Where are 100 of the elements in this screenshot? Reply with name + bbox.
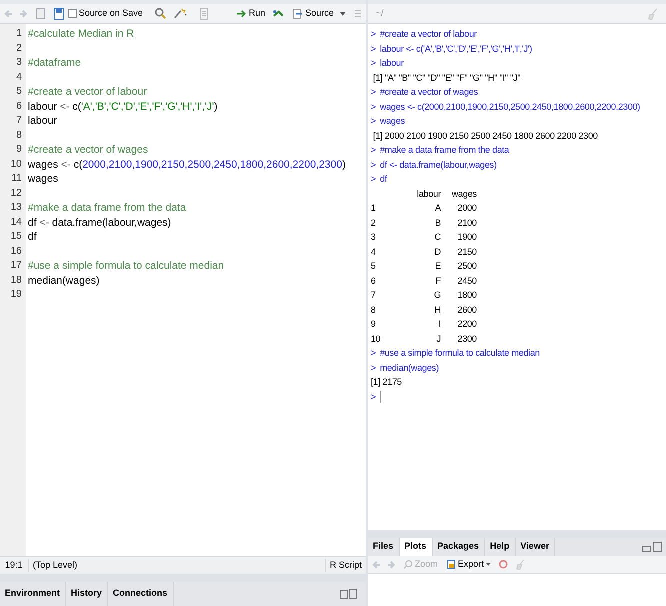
table-cell: wages xyxy=(452,188,477,198)
code-line: median(wages) xyxy=(28,274,100,286)
console-prompt: > xyxy=(371,362,376,374)
line-number: 7 xyxy=(15,114,23,128)
text-cursor xyxy=(380,390,382,403)
remove-icon[interactable] xyxy=(499,560,508,569)
table-cell: 2500 xyxy=(458,261,477,271)
console-command: df <- data.frame(labour,wages) xyxy=(380,158,497,172)
code-comment: #use a simple formula to calculate median xyxy=(28,260,224,272)
table-cell: 1900 xyxy=(458,232,477,242)
caret-icon xyxy=(486,563,492,566)
console-prompt: > xyxy=(371,390,376,404)
line-number: 1 xyxy=(15,27,23,41)
row-index: 4 xyxy=(371,246,376,256)
code-line: wages xyxy=(28,173,58,185)
outline-icon[interactable] xyxy=(354,8,362,18)
back-arrow-icon[interactable] xyxy=(4,8,14,18)
table-cell: A xyxy=(435,203,441,213)
window-layout-icon[interactable] xyxy=(642,542,662,552)
console-command: #create a vector of wages xyxy=(380,86,478,99)
code-line: df <- data.frame(labour,wages) xyxy=(28,216,172,228)
source-button[interactable]: Source xyxy=(289,6,350,20)
table-cell: 2450 xyxy=(458,276,477,286)
magic-wand-icon[interactable] xyxy=(174,8,188,19)
table-cell: 1800 xyxy=(458,290,477,300)
lines-icon[interactable] xyxy=(200,8,208,20)
console-prompt: > xyxy=(371,28,376,41)
console-command: #make a data frame from the data xyxy=(380,144,510,157)
console-prompt: > xyxy=(371,347,376,360)
code-comment: #calculate Median in R xyxy=(28,28,134,40)
forward-arrow-icon[interactable] xyxy=(386,560,396,570)
table-cell: J xyxy=(436,334,441,344)
console-output: [1] "A" "B" "C" "D" "E" "F" "G" "H" "I" "J" xyxy=(372,72,521,85)
line-number: 17 xyxy=(10,259,23,273)
row-index: 8 xyxy=(371,304,376,314)
code-editor[interactable] xyxy=(0,24,366,556)
line-number: 9 xyxy=(15,143,23,157)
console-prompt: > xyxy=(371,100,376,114)
table-cell: F xyxy=(436,276,441,286)
console-command: wages xyxy=(380,115,406,128)
magnifier-icon xyxy=(404,560,413,569)
export-button[interactable]: Export xyxy=(446,558,492,572)
row-index: 1 xyxy=(371,203,376,213)
broom-icon[interactable] xyxy=(516,559,526,570)
console-command: #create a vector of labour xyxy=(380,28,477,41)
code-comment: #make a data frame from the data xyxy=(28,202,186,214)
console-command: median(wages) xyxy=(380,362,439,375)
line-number: 2 xyxy=(15,42,23,56)
back-arrow-icon[interactable] xyxy=(372,560,382,570)
console-prompt: > xyxy=(371,173,376,186)
console-command: labour <- c('A','B','C','D','E','F','G','H','I','J') xyxy=(380,42,532,56)
cursor-position: 19:1 xyxy=(4,558,24,572)
code-comment: #create a vector of labour xyxy=(28,86,148,98)
line-number: 3 xyxy=(15,56,23,70)
forward-arrow-icon[interactable] xyxy=(18,8,28,18)
save-icon[interactable] xyxy=(54,8,64,20)
row-index: 3 xyxy=(371,232,376,242)
line-number: 4 xyxy=(15,70,23,84)
broom-icon[interactable] xyxy=(648,8,658,20)
pane-tab[interactable]: Plots xyxy=(400,538,433,556)
code-comment: #dataframe xyxy=(28,57,82,69)
line-number: 12 xyxy=(10,186,23,200)
console-prompt: > xyxy=(371,115,376,128)
console-prompt: > xyxy=(371,42,376,56)
line-number: 11 xyxy=(10,172,23,186)
row-index: 9 xyxy=(371,319,376,329)
console-prompt: > xyxy=(371,57,376,70)
table-cell: 2000 xyxy=(458,203,477,213)
line-number: 14 xyxy=(10,216,23,230)
line-number: 16 xyxy=(10,244,23,258)
table-cell: H xyxy=(434,304,441,314)
scope-selector[interactable]: (Top Level) xyxy=(28,558,325,572)
table-cell: 2300 xyxy=(458,334,477,344)
run-button[interactable]: Run xyxy=(232,6,270,20)
console-prompt: > xyxy=(371,144,376,157)
console-output: [1] 2000 2100 1900 2150 2500 2450 1800 2600 2200 2300 xyxy=(372,130,598,143)
console-output: [1] 2175 xyxy=(371,376,402,389)
row-index: 2 xyxy=(371,218,376,228)
arrow-icon xyxy=(236,10,247,18)
console-panel[interactable] xyxy=(368,24,666,530)
console-command: #use a simple formula to calculate median xyxy=(380,347,540,360)
file-type-selector[interactable]: R Script xyxy=(324,558,366,572)
source-on-save-checkbox[interactable]: Source on Save xyxy=(68,6,144,20)
table-cell: D xyxy=(434,246,441,256)
row-index: 10 xyxy=(371,334,381,344)
row-index: 5 xyxy=(371,261,376,271)
row-index: 6 xyxy=(371,276,376,286)
code-comment: #create a vector of wages xyxy=(28,144,148,156)
console-prompt: > xyxy=(371,158,376,172)
console-command: labour xyxy=(380,57,404,70)
window-layout-icon[interactable] xyxy=(340,589,358,599)
line-number: 19 xyxy=(10,288,23,302)
table-cell: B xyxy=(435,218,441,228)
code-line: df xyxy=(28,231,37,243)
table-cell: G xyxy=(434,290,441,300)
document-icon[interactable] xyxy=(36,8,46,20)
console-command: df xyxy=(380,173,388,186)
line-number: 5 xyxy=(15,85,23,99)
search-icon[interactable] xyxy=(155,8,166,19)
console-command: wages <- c(2000,2100,1900,2150,2500,2450,1800,2600,2200,2300) xyxy=(380,100,640,114)
